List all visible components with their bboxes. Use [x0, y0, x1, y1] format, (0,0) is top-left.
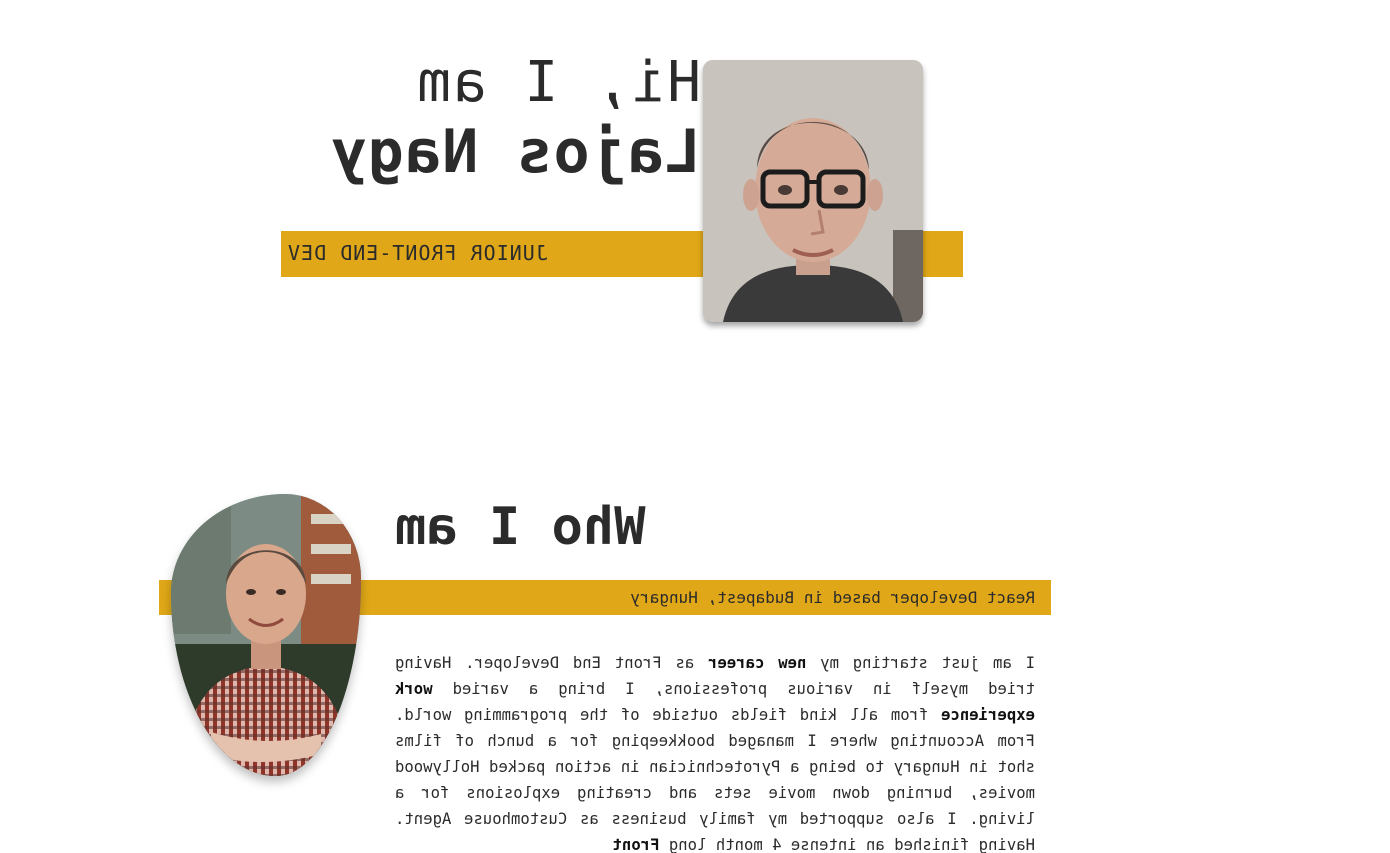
about-paragraph-emphasis: new career: [708, 654, 807, 672]
about-portrait-illustration: [171, 494, 361, 776]
page-root: Hi, I am Lajos Nagy JUNIOR FRONT-END DEV: [0, 0, 1390, 853]
hero-role: JUNIOR FRONT-END DEV: [287, 241, 548, 265]
about-paragraph-text: I am just starting my: [806, 654, 1035, 672]
hero-portrait-photo: [703, 60, 923, 322]
hero-name: Lajos Nagy: [329, 117, 701, 187]
about-title: Who I am: [395, 497, 646, 557]
hero-section: Hi, I am Lajos Nagy JUNIOR FRONT-END DEV: [0, 0, 1390, 400]
about-paragraph-emphasis: Front: [612, 836, 660, 853]
about-paragraph: I am just starting my new career as Fron…: [395, 650, 1035, 853]
hero-greeting: Hi, I am: [415, 50, 701, 115]
about-tagline: React Developer based in Budapest, Hunga…: [630, 588, 1035, 607]
about-portrait-photo: [171, 494, 361, 776]
about-paragraph-text: from all kind fields outside of the prog…: [395, 706, 1035, 853]
portrait-illustration: [703, 60, 923, 322]
